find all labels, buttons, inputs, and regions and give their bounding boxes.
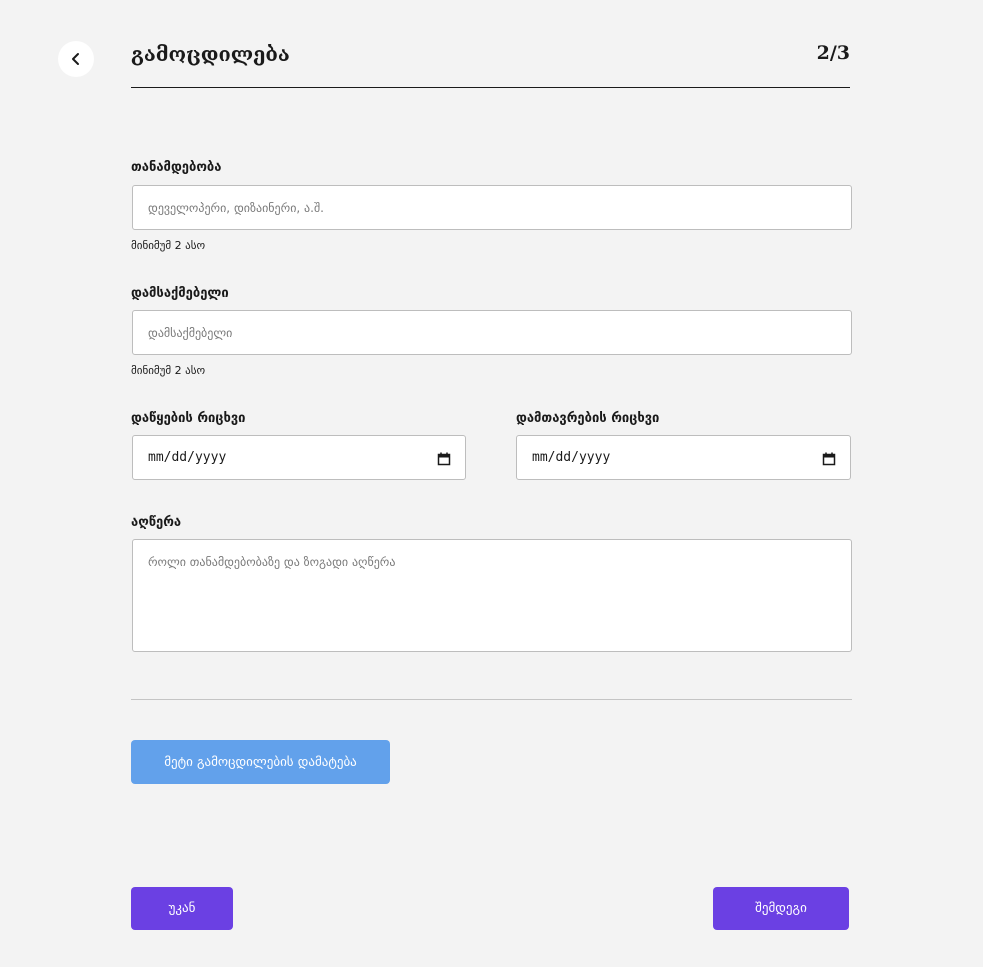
position-hint: მინიმუმ 2 ასო — [131, 239, 206, 252]
employer-hint: მინიმუმ 2 ასო — [131, 364, 206, 377]
description-textarea[interactable] — [132, 539, 852, 652]
start-date-value: mm/dd/yyyy — [148, 450, 227, 465]
chevron-left-icon — [69, 52, 83, 66]
page-title: გამოცდილება — [131, 42, 290, 66]
position-label: თანამდებობა — [131, 160, 222, 175]
page-header: გამოცდილება 2/3 — [131, 40, 850, 88]
next-button[interactable]: შემდეგი — [713, 887, 849, 930]
calendar-icon[interactable] — [822, 451, 836, 470]
end-date-label: დამთავრების რიცხვი — [516, 411, 660, 426]
start-date-input[interactable]: mm/dd/yyyy — [132, 435, 466, 480]
end-date-value: mm/dd/yyyy — [532, 450, 611, 465]
position-input[interactable] — [132, 185, 852, 230]
calendar-icon[interactable] — [437, 451, 451, 470]
employer-input[interactable] — [132, 310, 852, 355]
start-date-label: დაწყების რიცხვი — [131, 411, 246, 426]
back-icon-button[interactable] — [58, 41, 94, 77]
description-label: აღწერა — [131, 515, 182, 530]
add-more-experience-button[interactable]: მეტი გამოცდილების დამატება — [131, 740, 390, 784]
employer-label: დამსაქმებელი — [131, 286, 229, 301]
back-button[interactable]: უკან — [131, 887, 233, 930]
step-indicator: 2/3 — [816, 42, 850, 64]
section-divider — [131, 699, 852, 700]
end-date-input[interactable]: mm/dd/yyyy — [516, 435, 851, 480]
